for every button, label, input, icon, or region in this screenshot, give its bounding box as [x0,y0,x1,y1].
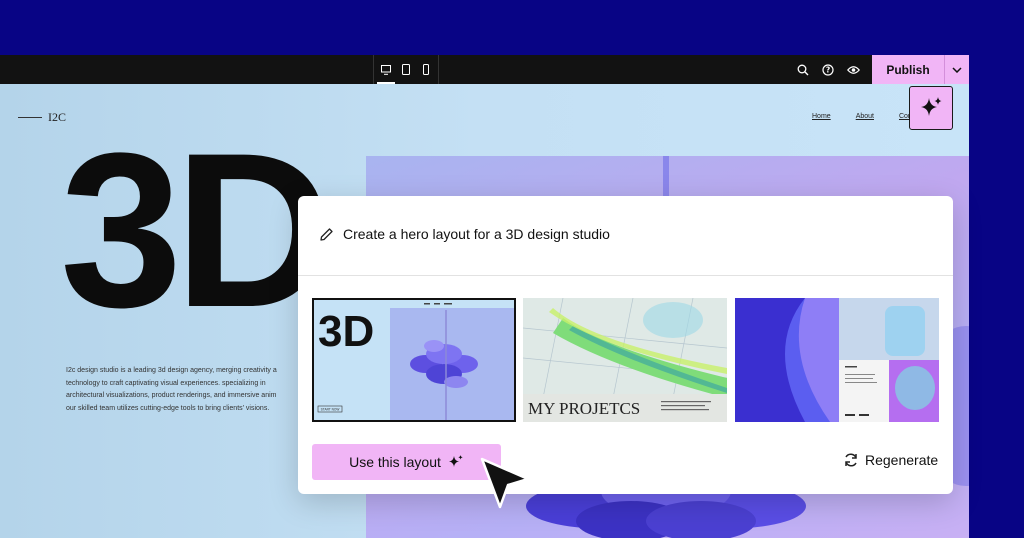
ai-layout-modal: Create a hero layout for a 3D design stu… [298,196,953,494]
sparkle-icon [448,455,463,467]
sparkle-icon [921,97,942,116]
help-icon[interactable]: ? [820,62,836,78]
pencil-icon [320,227,333,241]
divider [298,275,953,276]
thumb1-title: 3D [318,307,374,356]
svg-text:?: ? [826,65,830,74]
layout-option-1[interactable]: 3D START NOW [312,298,516,422]
prompt-row[interactable]: Create a hero layout for a 3D design stu… [319,226,610,242]
search-icon[interactable] [795,62,811,78]
tablet-icon[interactable] [401,64,411,76]
nav-about[interactable]: About [856,113,874,120]
site-logo[interactable]: I2C [18,110,66,125]
toolbar-tools: ? [795,55,861,84]
preview-icon[interactable] [845,62,861,78]
thumb2-title: MY PROJETCS [528,399,640,418]
mobile-icon[interactable] [421,64,431,76]
nav-home[interactable]: Home [812,113,831,120]
hero-description: I2c design studio is a leading 3d design… [66,367,277,412]
device-switcher [373,55,439,84]
desktop-icon[interactable] [377,64,395,84]
prompt-text: Create a hero layout for a 3D design stu… [343,226,610,242]
use-layout-button[interactable]: Use this layout [312,444,501,480]
regenerate-label: Regenerate [865,452,939,468]
layout-option-2[interactable]: MY PROJETCS [523,298,727,422]
editor-toolbar: ? Publish [0,55,969,84]
refresh-icon [845,453,857,467]
cursor-icon [480,457,532,516]
logo-line [18,117,42,118]
chevron-down-icon [952,66,962,73]
hero-title: 3D [60,107,333,353]
layout-option-3[interactable] [735,298,939,422]
ai-generate-button[interactable] [909,86,953,130]
regenerate-button[interactable]: Regenerate [843,452,938,468]
publish-button[interactable]: Publish [872,55,944,84]
publish-options-button[interactable] [944,55,969,84]
thumb1-cta: START NOW [321,408,340,412]
use-layout-label: Use this layout [349,454,441,470]
